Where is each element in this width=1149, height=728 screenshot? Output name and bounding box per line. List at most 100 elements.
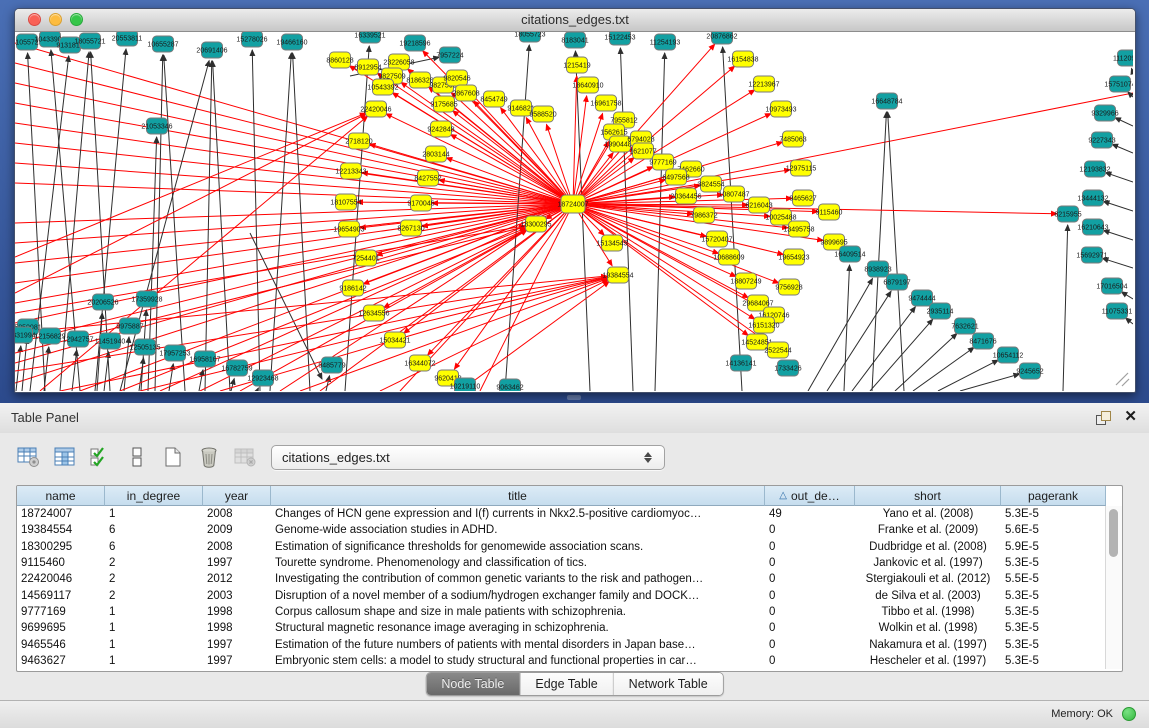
table-row[interactable]: 1938455462009Genome-wide association stu… xyxy=(17,522,1122,538)
table-cell: 9465546 xyxy=(17,639,105,651)
graph-node-label: 16151320 xyxy=(748,323,779,330)
graph-node-label: 19466160 xyxy=(276,40,307,47)
table-row[interactable]: 977716911998Corpus callosum shape and si… xyxy=(17,604,1122,620)
graph-node-label: 6879197 xyxy=(883,280,910,287)
table-cell: 14569117 xyxy=(17,590,105,602)
graph-node-label: 1621077 xyxy=(629,149,656,156)
table-row[interactable]: 911546021997Tourette syndrome. Phenomeno… xyxy=(17,555,1122,571)
table-cell: 5.6E-5 xyxy=(1001,524,1106,536)
table-row[interactable]: 1456911722003Disruption of a novel membe… xyxy=(17,587,1122,603)
table-row[interactable]: 1830029562008Estimation of significance … xyxy=(17,539,1122,555)
table-cell: Nakamura et al. (1997) xyxy=(855,639,1001,651)
graph-node-label: 2718120 xyxy=(345,139,372,146)
graph-node-label: 16154838 xyxy=(727,57,758,64)
table-cell: 2008 xyxy=(203,541,271,553)
network-window[interactable]: citations_edges.txt 21055724104339029131… xyxy=(14,8,1136,393)
table-cell: Hescheler et al. (1997) xyxy=(855,655,1001,667)
tab-node-table[interactable]: Node Table xyxy=(426,673,520,695)
column-header-short[interactable]: short xyxy=(855,486,1001,506)
table-cell: 1 xyxy=(105,639,203,651)
graph-node-label: 29684067 xyxy=(742,301,773,308)
table-cell: 1 xyxy=(105,655,203,667)
graph-node-label: 9820546 xyxy=(443,76,470,83)
table-settings-icon[interactable] xyxy=(14,444,44,470)
memory-ok-indicator xyxy=(1122,707,1136,721)
graph-node-label: 9227343 xyxy=(1088,138,1115,145)
graph-node-label: 8183041 xyxy=(561,38,588,45)
status-bar: Memory: OK xyxy=(0,700,1149,728)
table-cell: 18300295 xyxy=(17,541,105,553)
column-header-in_degree[interactable]: in_degree xyxy=(105,486,203,506)
graph-node-label: 12213343 xyxy=(335,169,366,176)
float-panel-icon[interactable] xyxy=(1096,411,1111,425)
table-cell: 5.3E-5 xyxy=(1001,508,1106,520)
cytoscape-desktop: citations_edges.txt 21055724104339029131… xyxy=(0,0,1149,403)
table-row[interactable]: 969969511998Structural magnetic resonanc… xyxy=(17,620,1122,636)
close-window-icon[interactable] xyxy=(28,13,41,26)
import-table-disabled-icon xyxy=(230,444,260,470)
network-window-titlebar[interactable]: citations_edges.txt xyxy=(15,9,1135,32)
graph-node-label: 9485779 xyxy=(318,363,345,370)
graph-node-label: 16344072 xyxy=(404,361,435,368)
table-row[interactable]: 946362711997Embryonic stem cells: a mode… xyxy=(17,653,1122,669)
rows-icon[interactable] xyxy=(122,444,152,470)
table-cell: 5.3E-5 xyxy=(1001,590,1106,602)
column-header-pagerank[interactable]: pagerank xyxy=(1001,486,1106,506)
table-cell: Estimation of significance thresholds fo… xyxy=(271,541,765,553)
table-cell: 18724007 xyxy=(17,508,105,520)
select-columns-icon[interactable] xyxy=(50,444,80,470)
graph-node-label: 19218596 xyxy=(399,41,430,48)
graph-node-label: 9186142 xyxy=(339,286,366,293)
graph-node-label: 11075331 xyxy=(1102,309,1133,316)
column-header-name[interactable]: name xyxy=(17,486,105,506)
table-cell: 2 xyxy=(105,557,203,569)
graph-node-label: 12923468 xyxy=(247,376,278,383)
table-cell: 9463627 xyxy=(17,655,105,667)
graph-node-label: 17359928 xyxy=(131,297,162,304)
table-body: 1872400712008Changes of HCN gene express… xyxy=(17,506,1122,669)
network-canvas[interactable]: 2105572410433902913181318055721205538111… xyxy=(15,32,1133,391)
table-panel-title: Table Panel xyxy=(11,410,79,425)
graph-node-label: 11451940 xyxy=(95,339,126,346)
split-pane-divider[interactable] xyxy=(567,395,581,400)
table-cell: 0 xyxy=(765,573,855,585)
new-table-icon[interactable] xyxy=(158,444,188,470)
scrollbar-thumb[interactable] xyxy=(1109,509,1118,557)
table-cell: 1 xyxy=(105,508,203,520)
table-cell: 5.3E-5 xyxy=(1001,557,1106,569)
table-tabs: Node TableEdge TableNetwork Table xyxy=(425,672,723,696)
graph-node-label: 6497568 xyxy=(662,175,689,182)
minimize-window-icon[interactable] xyxy=(49,13,62,26)
column-header-out_de[interactable]: △out_de… xyxy=(765,486,855,506)
close-panel-icon[interactable]: ✕ xyxy=(1124,409,1137,425)
table-cell: 0 xyxy=(765,557,855,569)
table-row[interactable]: 2242004622012Investigating the contribut… xyxy=(17,571,1122,587)
table-row[interactable]: 1872400712008Changes of HCN gene express… xyxy=(17,506,1122,522)
table-selector-dropdown[interactable]: citations_edges.txt xyxy=(271,445,665,470)
graph-node-label: 9245652 xyxy=(1016,369,1043,376)
table-cell: Changes of HCN gene expression and I(f) … xyxy=(271,508,765,520)
table-row[interactable]: 946554611997Estimation of the future num… xyxy=(17,636,1122,652)
delete-table-icon[interactable] xyxy=(194,444,224,470)
graph-node-label: 9063462 xyxy=(496,385,523,392)
tab-edge-table[interactable]: Edge Table xyxy=(520,673,613,695)
table-cell: 2009 xyxy=(203,524,271,536)
table-panel-body: f(x) citations_edges.txt namein_degreeye… xyxy=(0,433,1149,700)
graph-node-label: 16339521 xyxy=(354,33,385,40)
tab-network-table[interactable]: Network Table xyxy=(614,673,723,695)
table-cell: de Silva et al. (2003) xyxy=(855,590,1001,602)
table-cell: Corpus callosum shape and size in male p… xyxy=(271,606,765,618)
graph-node-label: 9331994 xyxy=(15,333,36,340)
graph-node-label: 18640910 xyxy=(572,83,603,90)
column-visibility-icon[interactable] xyxy=(86,444,116,470)
graph-node-label: 19654903 xyxy=(333,227,364,234)
column-header-title[interactable]: title xyxy=(271,486,765,506)
resize-grip-icon xyxy=(1116,373,1129,386)
dropdown-arrows-icon xyxy=(638,452,664,463)
graph-node-label: 1733426 xyxy=(774,366,801,373)
zoom-window-icon[interactable] xyxy=(70,13,83,26)
vertical-scrollbar[interactable] xyxy=(1105,506,1122,669)
table-cell: 19384554 xyxy=(17,524,105,536)
column-header-year[interactable]: year xyxy=(203,486,271,506)
graph-node-label: 18107554 xyxy=(330,200,361,207)
